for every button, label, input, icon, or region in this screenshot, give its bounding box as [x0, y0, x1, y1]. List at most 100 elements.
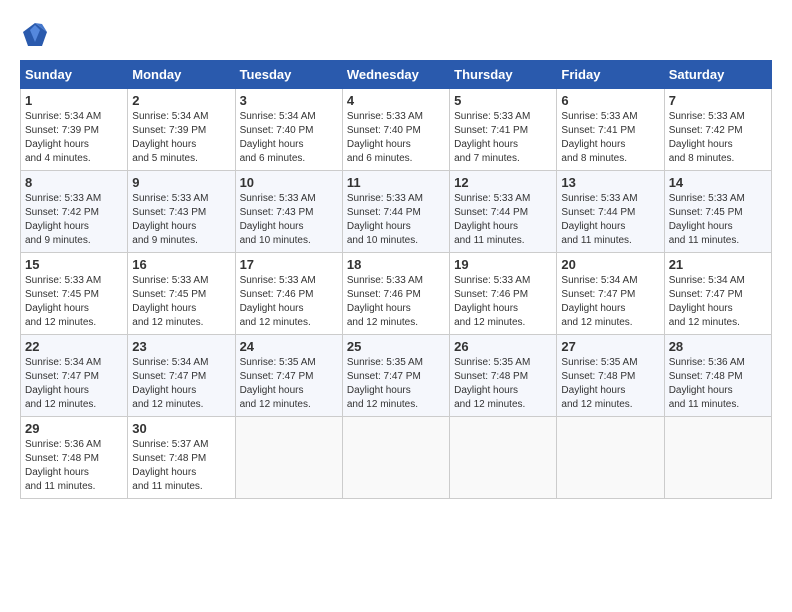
calendar-cell: 21 Sunrise: 5:34 AM Sunset: 7:47 PM Dayl… — [664, 253, 771, 335]
calendar-week-5: 29 Sunrise: 5:36 AM Sunset: 7:48 PM Dayl… — [21, 417, 772, 499]
day-number: 20 — [561, 257, 659, 272]
day-info: Sunrise: 5:37 AM Sunset: 7:48 PM Dayligh… — [132, 438, 230, 494]
day-info: Sunrise: 5:35 AM Sunset: 7:48 PM Dayligh… — [561, 356, 659, 412]
day-info: Sunrise: 5:36 AM Sunset: 7:48 PM Dayligh… — [669, 356, 767, 412]
calendar-cell: 11 Sunrise: 5:33 AM Sunset: 7:44 PM Dayl… — [342, 171, 449, 253]
day-number: 17 — [240, 257, 338, 272]
day-info: Sunrise: 5:33 AM Sunset: 7:41 PM Dayligh… — [454, 110, 552, 166]
day-info: Sunrise: 5:34 AM Sunset: 7:39 PM Dayligh… — [132, 110, 230, 166]
page-header — [20, 20, 772, 50]
calendar-cell: 19 Sunrise: 5:33 AM Sunset: 7:46 PM Dayl… — [450, 253, 557, 335]
day-info: Sunrise: 5:34 AM Sunset: 7:40 PM Dayligh… — [240, 110, 338, 166]
calendar-cell — [235, 417, 342, 499]
day-info: Sunrise: 5:34 AM Sunset: 7:47 PM Dayligh… — [561, 274, 659, 330]
calendar-cell: 9 Sunrise: 5:33 AM Sunset: 7:43 PM Dayli… — [128, 171, 235, 253]
header-sunday: Sunday — [21, 61, 128, 89]
calendar-cell: 20 Sunrise: 5:34 AM Sunset: 7:47 PM Dayl… — [557, 253, 664, 335]
day-number: 1 — [25, 93, 123, 108]
day-number: 13 — [561, 175, 659, 190]
day-info: Sunrise: 5:35 AM Sunset: 7:47 PM Dayligh… — [240, 356, 338, 412]
calendar-week-4: 22 Sunrise: 5:34 AM Sunset: 7:47 PM Dayl… — [21, 335, 772, 417]
calendar-cell: 27 Sunrise: 5:35 AM Sunset: 7:48 PM Dayl… — [557, 335, 664, 417]
calendar-cell: 4 Sunrise: 5:33 AM Sunset: 7:40 PM Dayli… — [342, 89, 449, 171]
calendar-cell: 7 Sunrise: 5:33 AM Sunset: 7:42 PM Dayli… — [664, 89, 771, 171]
calendar-cell: 12 Sunrise: 5:33 AM Sunset: 7:44 PM Dayl… — [450, 171, 557, 253]
calendar-cell: 10 Sunrise: 5:33 AM Sunset: 7:43 PM Dayl… — [235, 171, 342, 253]
day-info: Sunrise: 5:34 AM Sunset: 7:47 PM Dayligh… — [25, 356, 123, 412]
calendar-cell: 8 Sunrise: 5:33 AM Sunset: 7:42 PM Dayli… — [21, 171, 128, 253]
day-info: Sunrise: 5:33 AM Sunset: 7:45 PM Dayligh… — [25, 274, 123, 330]
day-number: 23 — [132, 339, 230, 354]
day-info: Sunrise: 5:33 AM Sunset: 7:46 PM Dayligh… — [454, 274, 552, 330]
calendar-cell — [557, 417, 664, 499]
day-number: 10 — [240, 175, 338, 190]
day-info: Sunrise: 5:33 AM Sunset: 7:42 PM Dayligh… — [25, 192, 123, 248]
header-thursday: Thursday — [450, 61, 557, 89]
day-info: Sunrise: 5:33 AM Sunset: 7:46 PM Dayligh… — [347, 274, 445, 330]
day-number: 14 — [669, 175, 767, 190]
day-number: 29 — [25, 421, 123, 436]
day-info: Sunrise: 5:33 AM Sunset: 7:44 PM Dayligh… — [454, 192, 552, 248]
calendar-cell: 26 Sunrise: 5:35 AM Sunset: 7:48 PM Dayl… — [450, 335, 557, 417]
calendar-cell: 2 Sunrise: 5:34 AM Sunset: 7:39 PM Dayli… — [128, 89, 235, 171]
day-number: 26 — [454, 339, 552, 354]
day-info: Sunrise: 5:33 AM Sunset: 7:46 PM Dayligh… — [240, 274, 338, 330]
calendar-week-1: 1 Sunrise: 5:34 AM Sunset: 7:39 PM Dayli… — [21, 89, 772, 171]
day-number: 24 — [240, 339, 338, 354]
day-number: 22 — [25, 339, 123, 354]
header-monday: Monday — [128, 61, 235, 89]
day-info: Sunrise: 5:33 AM Sunset: 7:45 PM Dayligh… — [132, 274, 230, 330]
day-number: 19 — [454, 257, 552, 272]
day-number: 15 — [25, 257, 123, 272]
calendar-week-2: 8 Sunrise: 5:33 AM Sunset: 7:42 PM Dayli… — [21, 171, 772, 253]
day-number: 6 — [561, 93, 659, 108]
header-tuesday: Tuesday — [235, 61, 342, 89]
calendar-cell — [450, 417, 557, 499]
calendar-cell: 3 Sunrise: 5:34 AM Sunset: 7:40 PM Dayli… — [235, 89, 342, 171]
header-wednesday: Wednesday — [342, 61, 449, 89]
calendar-cell: 17 Sunrise: 5:33 AM Sunset: 7:46 PM Dayl… — [235, 253, 342, 335]
calendar-cell: 5 Sunrise: 5:33 AM Sunset: 7:41 PM Dayli… — [450, 89, 557, 171]
day-number: 25 — [347, 339, 445, 354]
calendar-cell: 16 Sunrise: 5:33 AM Sunset: 7:45 PM Dayl… — [128, 253, 235, 335]
calendar-cell — [342, 417, 449, 499]
calendar-cell: 13 Sunrise: 5:33 AM Sunset: 7:44 PM Dayl… — [557, 171, 664, 253]
day-number: 5 — [454, 93, 552, 108]
day-number: 27 — [561, 339, 659, 354]
calendar-cell: 18 Sunrise: 5:33 AM Sunset: 7:46 PM Dayl… — [342, 253, 449, 335]
day-info: Sunrise: 5:33 AM Sunset: 7:41 PM Dayligh… — [561, 110, 659, 166]
day-info: Sunrise: 5:33 AM Sunset: 7:45 PM Dayligh… — [669, 192, 767, 248]
day-number: 16 — [132, 257, 230, 272]
calendar-cell: 22 Sunrise: 5:34 AM Sunset: 7:47 PM Dayl… — [21, 335, 128, 417]
day-info: Sunrise: 5:33 AM Sunset: 7:43 PM Dayligh… — [132, 192, 230, 248]
calendar-cell: 1 Sunrise: 5:34 AM Sunset: 7:39 PM Dayli… — [21, 89, 128, 171]
day-number: 28 — [669, 339, 767, 354]
day-number: 21 — [669, 257, 767, 272]
day-number: 3 — [240, 93, 338, 108]
day-number: 30 — [132, 421, 230, 436]
day-info: Sunrise: 5:33 AM Sunset: 7:40 PM Dayligh… — [347, 110, 445, 166]
day-info: Sunrise: 5:33 AM Sunset: 7:44 PM Dayligh… — [561, 192, 659, 248]
day-info: Sunrise: 5:34 AM Sunset: 7:47 PM Dayligh… — [669, 274, 767, 330]
calendar-cell: 6 Sunrise: 5:33 AM Sunset: 7:41 PM Dayli… — [557, 89, 664, 171]
day-info: Sunrise: 5:34 AM Sunset: 7:39 PM Dayligh… — [25, 110, 123, 166]
header-saturday: Saturday — [664, 61, 771, 89]
calendar-header-row: SundayMondayTuesdayWednesdayThursdayFrid… — [21, 61, 772, 89]
day-number: 12 — [454, 175, 552, 190]
day-info: Sunrise: 5:35 AM Sunset: 7:47 PM Dayligh… — [347, 356, 445, 412]
header-friday: Friday — [557, 61, 664, 89]
day-number: 2 — [132, 93, 230, 108]
day-number: 18 — [347, 257, 445, 272]
calendar-cell: 28 Sunrise: 5:36 AM Sunset: 7:48 PM Dayl… — [664, 335, 771, 417]
calendar-week-3: 15 Sunrise: 5:33 AM Sunset: 7:45 PM Dayl… — [21, 253, 772, 335]
calendar-cell: 15 Sunrise: 5:33 AM Sunset: 7:45 PM Dayl… — [21, 253, 128, 335]
calendar-cell: 14 Sunrise: 5:33 AM Sunset: 7:45 PM Dayl… — [664, 171, 771, 253]
calendar-cell: 30 Sunrise: 5:37 AM Sunset: 7:48 PM Dayl… — [128, 417, 235, 499]
day-number: 11 — [347, 175, 445, 190]
logo-icon — [20, 20, 50, 50]
day-number: 9 — [132, 175, 230, 190]
calendar-cell — [664, 417, 771, 499]
day-number: 8 — [25, 175, 123, 190]
calendar-cell: 24 Sunrise: 5:35 AM Sunset: 7:47 PM Dayl… — [235, 335, 342, 417]
day-info: Sunrise: 5:33 AM Sunset: 7:42 PM Dayligh… — [669, 110, 767, 166]
